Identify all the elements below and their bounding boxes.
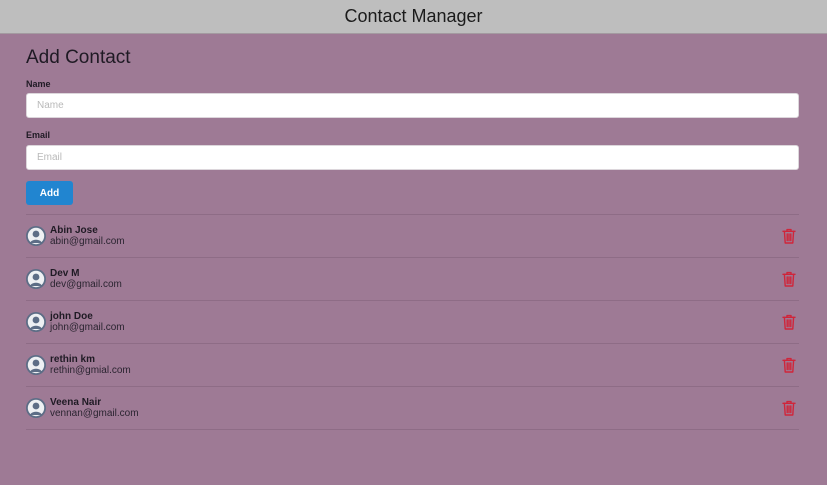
contact-name: rethin km: [50, 354, 96, 365]
contact-info: john Doe john@gmail.com: [50, 311, 125, 334]
contact-email: vennan@gmail.com: [50, 408, 139, 419]
contact-item: Dev M dev@gmail.com: [26, 258, 799, 301]
trash-icon[interactable]: [782, 228, 796, 244]
trash-icon[interactable]: [782, 314, 796, 330]
contact-item: rethin km rethin@gmial.com: [26, 344, 799, 387]
user-avatar-icon: [26, 226, 46, 246]
name-input[interactable]: [26, 93, 799, 118]
contact-email: abin@gmail.com: [50, 236, 125, 247]
trash-icon[interactable]: [782, 400, 796, 416]
contact-info: Abin Jose abin@gmail.com: [50, 225, 125, 248]
trash-icon[interactable]: [782, 271, 796, 287]
email-label: Email: [26, 130, 51, 140]
user-avatar-icon: [26, 269, 46, 289]
contact-item: Veena Nair vennan@gmail.com: [26, 387, 799, 430]
contact-name: Veena Nair: [50, 397, 102, 408]
contact-info: rethin km rethin@gmial.com: [50, 354, 131, 377]
email-input[interactable]: [26, 145, 799, 170]
user-avatar-icon: [26, 312, 46, 332]
contact-item: Abin Jose abin@gmail.com: [26, 215, 799, 258]
contact-info: Veena Nair vennan@gmail.com: [50, 397, 139, 420]
name-label: Name: [26, 79, 51, 89]
app-title: Contact Manager: [344, 6, 483, 26]
app-header: Contact Manager: [0, 0, 827, 34]
contact-email: john@gmail.com: [50, 322, 125, 333]
contact-info: Dev M dev@gmail.com: [50, 268, 122, 291]
contact-name: Dev M: [50, 268, 80, 279]
add-button[interactable]: Add: [26, 181, 73, 205]
user-avatar-icon: [26, 398, 46, 418]
contact-email: dev@gmail.com: [50, 279, 122, 290]
contact-email: rethin@gmial.com: [50, 365, 131, 376]
contact-list: Abin Jose abin@gmail.com Dev M dev@gmail…: [26, 214, 799, 430]
contact-name: john Doe: [50, 311, 93, 322]
contact-item: john Doe john@gmail.com: [26, 301, 799, 344]
user-avatar-icon: [26, 355, 46, 375]
page-title: Add Contact: [26, 47, 131, 68]
contact-name: Abin Jose: [50, 225, 98, 236]
trash-icon[interactable]: [782, 357, 796, 373]
